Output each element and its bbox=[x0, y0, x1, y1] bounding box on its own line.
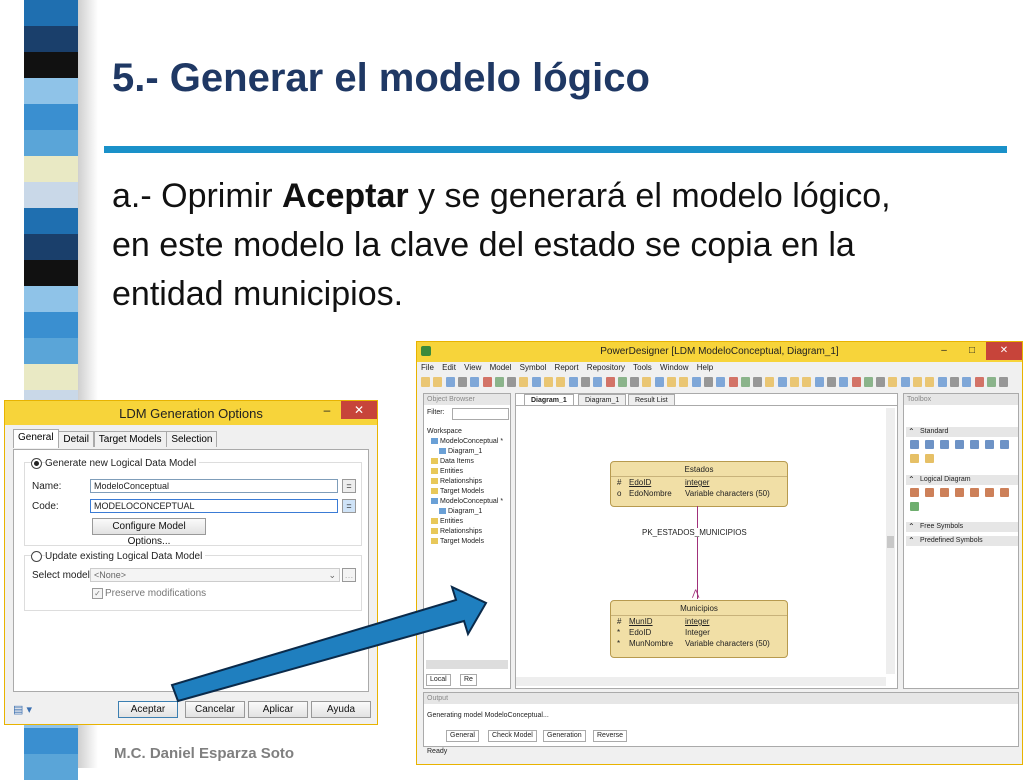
pointer-arrow bbox=[170, 585, 488, 703]
arrow-shape bbox=[170, 585, 488, 703]
